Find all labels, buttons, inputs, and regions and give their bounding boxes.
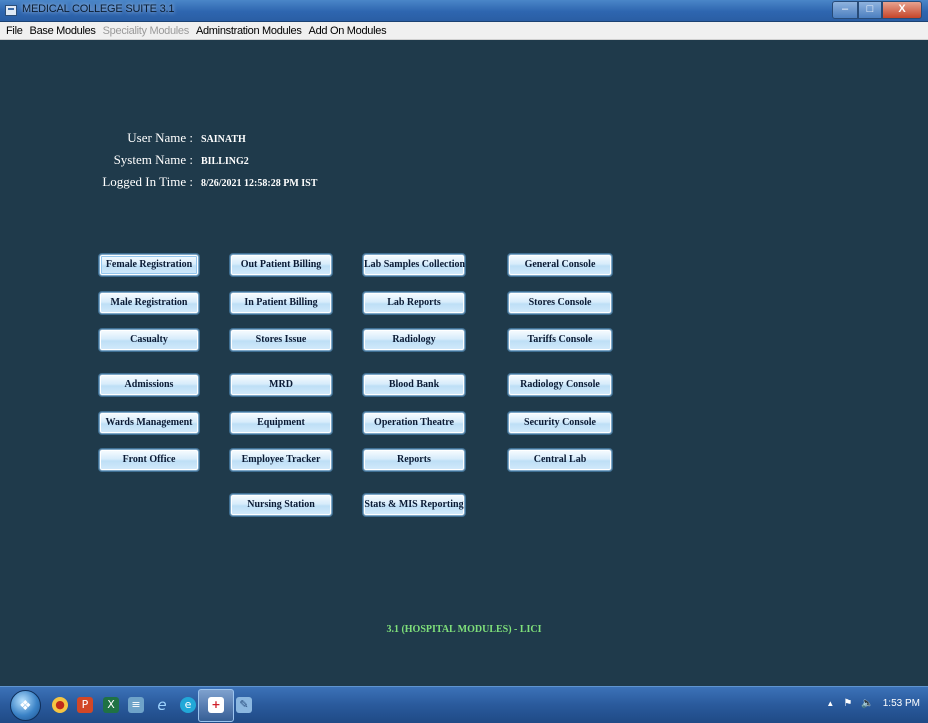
taskbar: ❖ ● P X ≡ e e + ✎ ▲ ⚑ 🔈 1:53 PM: [0, 686, 928, 723]
clock[interactable]: 1:53 PM: [883, 698, 920, 709]
windows-start-icon[interactable]: ❖: [10, 690, 41, 721]
user-name-value: SAINATH: [201, 134, 246, 145]
blood-bank-button[interactable]: Blood Bank: [363, 374, 465, 396]
operation-theatre-button[interactable]: Operation Theatre: [363, 412, 465, 434]
edge-icon[interactable]: e: [180, 697, 196, 713]
title-bar: MEDICAL COLLEGE SUITE 3.1 – □ X: [0, 0, 928, 22]
mrd-button[interactable]: MRD: [230, 374, 332, 396]
system-name-row: System Name :: [7, 152, 193, 170]
reports-button[interactable]: Reports: [363, 449, 465, 471]
tray-expand-icon[interactable]: ▲: [826, 699, 834, 708]
logged-in-label: Logged In Time :: [102, 174, 193, 189]
menu-base-modules[interactable]: Base Modules: [30, 25, 96, 37]
maximize-button[interactable]: □: [858, 1, 882, 19]
user-name-row: User Name :: [7, 130, 193, 148]
menu-file[interactable]: File: [6, 25, 23, 37]
casualty-button[interactable]: Casualty: [99, 329, 199, 351]
action-center-flag-icon[interactable]: ⚑: [843, 698, 852, 709]
main-panel: User Name : SAINATH System Name : BILLIN…: [7, 41, 921, 685]
version-label: 3.1 (HOSPITAL MODULES) - LICI: [386, 624, 542, 635]
in-patient-billing-button[interactable]: In Patient Billing: [230, 292, 332, 314]
user-name-label: User Name :: [127, 130, 193, 145]
paint-icon[interactable]: ✎: [236, 697, 252, 713]
chrome-icon[interactable]: ●: [52, 697, 68, 713]
lab-samples-collection-button[interactable]: Lab Samples Collection: [363, 254, 465, 276]
menu-speciality-modules: Speciality Modules: [102, 24, 190, 37]
menu-bar: File Base Modules Speciality Modules Adm…: [0, 22, 928, 40]
stats-mis-reporting-button[interactable]: Stats & MIS Reporting: [363, 494, 465, 516]
wards-management-button[interactable]: Wards Management: [99, 412, 199, 434]
out-patient-billing-button[interactable]: Out Patient Billing: [230, 254, 332, 276]
equipment-button[interactable]: Equipment: [230, 412, 332, 434]
security-console-button[interactable]: Security Console: [508, 412, 612, 434]
system-name-label: System Name :: [113, 152, 193, 167]
close-button[interactable]: X: [882, 1, 922, 19]
radiology-button[interactable]: Radiology: [363, 329, 465, 351]
front-office-button[interactable]: Front Office: [99, 449, 199, 471]
window-title: MEDICAL COLLEGE SUITE 3.1: [22, 3, 175, 15]
tariffs-console-button[interactable]: Tariffs Console: [508, 329, 612, 351]
menu-add-on-modules[interactable]: Add On Modules: [309, 25, 387, 37]
lab-reports-button[interactable]: Lab Reports: [363, 292, 465, 314]
notepad-icon[interactable]: ≡: [128, 697, 144, 713]
stores-issue-button[interactable]: Stores Issue: [230, 329, 332, 351]
excel-icon[interactable]: X: [103, 697, 119, 713]
radiology-console-button[interactable]: Radiology Console: [508, 374, 612, 396]
menu-administration-modules[interactable]: Adminstration Modules: [196, 25, 302, 37]
stores-console-button[interactable]: Stores Console: [508, 292, 612, 314]
logged-in-row: Logged In Time :: [7, 174, 193, 192]
male-registration-button[interactable]: Male Registration: [99, 292, 199, 314]
window-controls: – □ X: [832, 1, 922, 19]
system-tray: ▲ ⚑ 🔈 1:53 PM: [817, 698, 920, 709]
medical-suite-icon[interactable]: +: [208, 697, 224, 713]
admissions-button[interactable]: Admissions: [99, 374, 199, 396]
powerpoint-icon[interactable]: P: [77, 697, 93, 713]
general-console-button[interactable]: General Console: [508, 254, 612, 276]
volume-icon[interactable]: 🔈: [861, 698, 873, 709]
internet-explorer-icon[interactable]: e: [154, 697, 170, 713]
minimize-button[interactable]: –: [832, 1, 858, 19]
central-lab-button[interactable]: Central Lab: [508, 449, 612, 471]
logged-in-value: 8/26/2021 12:58:28 PM IST: [201, 178, 318, 189]
nursing-station-button[interactable]: Nursing Station: [230, 494, 332, 516]
employee-tracker-button[interactable]: Employee Tracker: [230, 449, 332, 471]
system-name-value: BILLING2: [201, 156, 249, 167]
female-registration-button[interactable]: Female Registration: [99, 254, 199, 276]
app-window-icon: [5, 5, 17, 16]
